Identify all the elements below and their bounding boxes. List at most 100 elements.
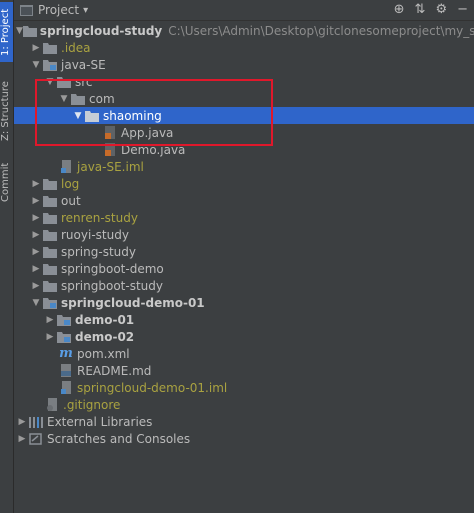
tree-item-label: Scratches and Consoles [47, 431, 191, 446]
root-path: C:\Users\Admin\Desktop\gitclonesomeproje… [168, 23, 474, 38]
tree-item-label: renren-study [61, 210, 138, 225]
folder-icon [70, 92, 86, 106]
tree-row[interactable]: README.md [14, 362, 474, 379]
folder-icon [42, 211, 58, 225]
tree-row[interactable]: ▶ .idea [14, 39, 474, 56]
tree-item-label: com [89, 91, 115, 106]
tree-row[interactable]: ▶ spring-study [14, 243, 474, 260]
panel-title[interactable]: Project [38, 3, 79, 17]
chevron-right-icon[interactable]: ▶ [16, 416, 28, 428]
tree-item-label: Demo.java [121, 142, 186, 157]
tree-row[interactable]: ▼ com [14, 90, 474, 107]
tree-row[interactable]: ▶ ruoyi-study [14, 226, 474, 243]
tree-row[interactable]: java-SE.iml [14, 158, 474, 175]
tree-row[interactable]: ▶ log [14, 175, 474, 192]
chevron-right-icon[interactable]: ▶ [44, 314, 56, 326]
project-tree: ▼ springcloud-study C:\Users\Admin\Deskt… [14, 22, 474, 511]
tree-row[interactable]: ▼ java-SE [14, 56, 474, 73]
chevron-down-icon[interactable]: ▼ [16, 25, 23, 37]
tree-item-label: README.md [77, 363, 152, 378]
tree-row[interactable]: ▼ src [14, 73, 474, 90]
tree-item-label: pom.xml [77, 346, 130, 361]
folder-icon [42, 245, 58, 259]
tree-item-label: spring-study [61, 244, 136, 259]
chevron-right-icon[interactable]: ▶ [16, 433, 28, 445]
project-tool-tab[interactable]: 1: Project [0, 2, 13, 62]
tree-row[interactable]: ▶ springboot-demo [14, 260, 474, 277]
chevron-right-icon[interactable]: ▶ [44, 331, 56, 343]
tree-row[interactable]: App.java [14, 124, 474, 141]
chevron-down-icon[interactable]: ▼ [72, 110, 84, 122]
chevron-right-icon[interactable]: ▶ [30, 212, 42, 224]
tree-row[interactable]: m pom.xml [14, 345, 474, 362]
tree-row[interactable]: ▶ renren-study [14, 209, 474, 226]
project-view-icon [18, 2, 34, 18]
tree-row[interactable]: ▶ demo-02 [14, 328, 474, 345]
panel-header: Project ▾ ⊕ ⇅ ⚙ − [14, 0, 474, 21]
chevron-right-icon[interactable]: ▶ [30, 280, 42, 292]
tree-row[interactable]: Demo.java [14, 141, 474, 158]
tree-item-label: .idea [61, 40, 91, 55]
scratches-icon [28, 432, 44, 446]
tree-item-label: springboot-study [61, 278, 163, 293]
structure-tool-tab[interactable]: Z: Structure [0, 78, 13, 144]
chevron-right-icon[interactable]: ▶ [30, 263, 42, 275]
tree-row[interactable]: ▶ External Libraries [14, 413, 474, 430]
java-file-icon [102, 126, 118, 140]
module-folder-icon [56, 330, 72, 344]
chevron-right-icon[interactable]: ▶ [30, 178, 42, 190]
folder-icon [42, 41, 58, 55]
chevron-down-icon[interactable]: ▼ [30, 59, 42, 71]
folder-icon [42, 279, 58, 293]
tree-row[interactable]: ▶ demo-01 [14, 311, 474, 328]
iml-file-icon [58, 160, 74, 174]
tree-item-label: out [61, 193, 81, 208]
target-icon[interactable]: ⊕ [394, 2, 405, 17]
tree-row[interactable]: ▼ springcloud-demo-01 [14, 294, 474, 311]
tree-item-label: demo-01 [75, 312, 135, 327]
chevron-down-icon[interactable]: ▼ [58, 93, 70, 105]
tree-row-selected[interactable]: ▼ shaoming [14, 107, 474, 124]
gitignore-file-icon [44, 398, 60, 412]
tree-row[interactable]: .gitignore [14, 396, 474, 413]
iml-file-icon [58, 381, 74, 395]
chevron-right-icon[interactable]: ▶ [30, 246, 42, 258]
tree-item-label: springcloud-demo-01.iml [77, 380, 228, 395]
folder-icon [42, 194, 58, 208]
chevron-right-icon[interactable]: ▶ [30, 195, 42, 207]
tree-row[interactable]: springcloud-demo-01.iml [14, 379, 474, 396]
tree-item-label: App.java [121, 125, 174, 140]
tree-item-label: External Libraries [47, 414, 153, 429]
chevron-down-icon[interactable]: ▼ [30, 297, 42, 309]
folder-icon [84, 109, 100, 123]
tree-item-label: springboot-demo [61, 261, 164, 276]
minimize-icon[interactable]: − [457, 2, 468, 17]
tree-row[interactable]: ▶ out [14, 192, 474, 209]
tree-item-label: java-SE.iml [77, 159, 144, 174]
library-icon [28, 415, 44, 429]
tree-item-label: log [61, 176, 80, 191]
gear-icon[interactable]: ⚙ [435, 2, 447, 17]
vertical-scrollbar[interactable] [466, 30, 472, 500]
tree-item-label: shaoming [103, 108, 162, 123]
tool-window-strip: 1: Project Z: Structure Commit [0, 0, 14, 513]
module-folder-icon [42, 296, 58, 310]
tree-row-root[interactable]: ▼ springcloud-study C:\Users\Admin\Deskt… [14, 22, 474, 39]
chevron-right-icon[interactable]: ▶ [30, 229, 42, 241]
chevron-down-icon[interactable]: ▾ [83, 5, 88, 16]
tree-row[interactable]: ▶ Scratches and Consoles [14, 430, 474, 447]
folder-icon [56, 75, 72, 89]
tree-item-label: springcloud-demo-01 [61, 295, 205, 310]
module-folder-icon [56, 313, 72, 327]
chevron-right-icon[interactable]: ▶ [30, 42, 42, 54]
tree-item-label: .gitignore [63, 397, 121, 412]
tree-item-label: ruoyi-study [61, 227, 129, 242]
tree-row[interactable]: ▶ springboot-study [14, 277, 474, 294]
commit-tool-tab[interactable]: Commit [0, 160, 13, 204]
tree-item-label: java-SE [61, 57, 106, 72]
project-panel: Project ▾ ⊕ ⇅ ⚙ − ▼ springcloud-study C:… [14, 0, 474, 513]
collapse-icon[interactable]: ⇅ [415, 2, 426, 17]
chevron-down-icon[interactable]: ▼ [44, 76, 56, 88]
folder-icon [42, 228, 58, 242]
folder-icon [42, 177, 58, 191]
